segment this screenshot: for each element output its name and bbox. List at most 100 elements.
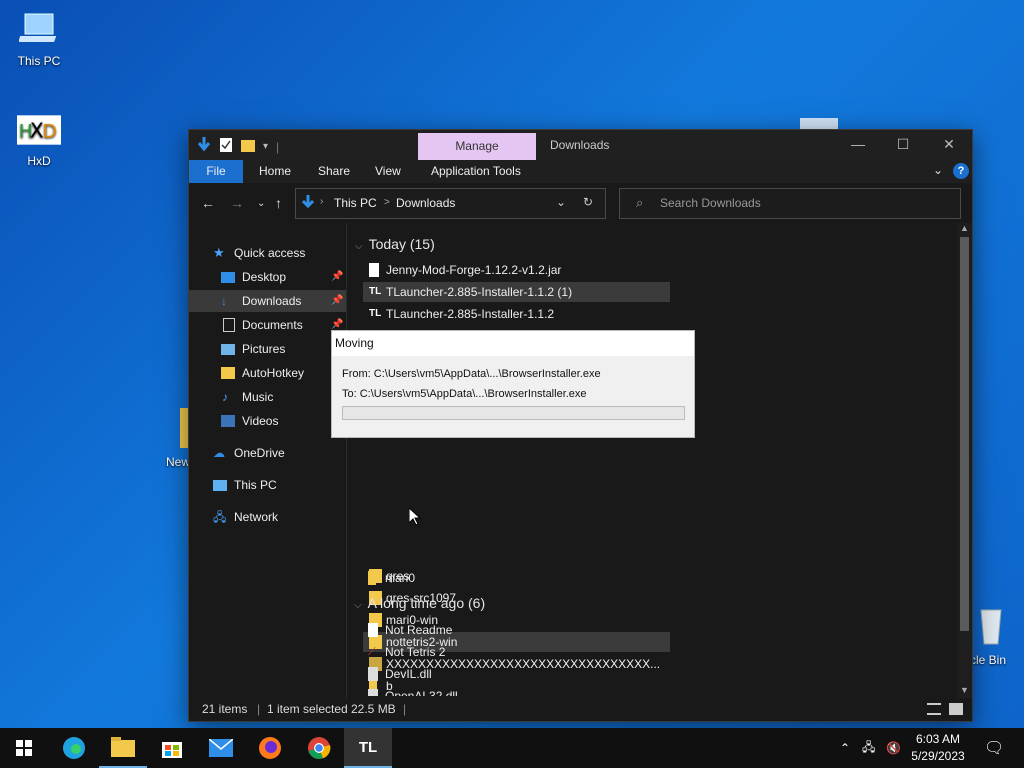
navigation-pane: ★ Quick access Desktop 📌 ↓ Downloads 📌 D… [189, 223, 347, 698]
scroll-down-arrow-icon[interactable]: ▼ [960, 685, 969, 695]
title-bar[interactable]: ▾ | Manage Downloads — ☐ ✕ [189, 130, 972, 160]
nav-item-downloads[interactable]: ↓ Downloads 📌 [189, 290, 346, 312]
nav-item-this-pc[interactable]: This PC [189, 474, 346, 496]
list-item[interactable]: Not Readme [362, 620, 669, 640]
dll-file-icon [368, 667, 378, 681]
scrollbar-thumb[interactable] [960, 237, 969, 631]
nav-item-pictures[interactable]: Pictures [189, 338, 346, 360]
chevron-down-icon: ⌵ [354, 600, 362, 611]
status-bar: 21 items | 1 item selected 22.5 MB | [189, 698, 972, 721]
moving-progress-dialog[interactable]: Moving From: C:\Users\vm5\AppData\...\Br… [331, 330, 695, 438]
list-item[interactable]: mari0 [362, 568, 669, 588]
refresh-icon[interactable]: ↻ [583, 195, 593, 209]
status-selected: 1 item selected [267, 702, 348, 716]
clock-date: 5/29/2023 [911, 749, 965, 763]
status-divider: | [257, 702, 261, 716]
breadcrumb-downloads[interactable]: Downloads [396, 196, 455, 210]
tlauncher-icon: TL [369, 286, 382, 297]
tab-manage[interactable]: Manage [418, 133, 536, 160]
taskbar-firefox[interactable] [246, 728, 294, 768]
network-status-icon[interactable]: 🖧 [862, 728, 875, 768]
breadcrumb-this-pc[interactable]: This PC [334, 196, 377, 210]
help-icon[interactable]: ? [953, 163, 969, 179]
taskbar-file-explorer[interactable] [99, 728, 147, 768]
scroll-up-arrow-icon[interactable]: ▲ [960, 223, 969, 233]
group-header-today[interactable]: ⌵ Today (15) [355, 236, 435, 252]
pin-icon[interactable]: 📌 [331, 290, 343, 312]
desktop-icon-label: cle Bin [970, 653, 1007, 667]
group-header-label: A long time ago (6) [367, 595, 486, 611]
ribbon-expand-chevron-icon[interactable]: ⌄ [933, 163, 943, 177]
nav-item-label: Quick access [234, 246, 306, 260]
minimize-button[interactable]: — [835, 130, 881, 160]
list-item[interactable]: DevIL.dll [362, 664, 669, 684]
taskbar-edge[interactable] [50, 728, 98, 768]
nav-item-autohotkey[interactable]: AutoHotkey [189, 362, 346, 384]
quick-access-toolbar: ▾ | [197, 137, 279, 156]
recent-locations-chevron-icon[interactable]: ⌄ [257, 198, 265, 209]
toolbar-separator: | [276, 139, 280, 154]
nav-item-videos[interactable]: Videos [189, 410, 346, 432]
mail-icon [209, 739, 233, 757]
new-folder-icon[interactable] [241, 138, 255, 155]
window-title: Downloads [550, 138, 610, 152]
nav-item-desktop[interactable]: Desktop 📌 [189, 266, 346, 288]
customize-toolbar-chevron-icon[interactable]: ▾ [263, 141, 268, 152]
desktop-icon-recycle-bin[interactable]: cle Bin [970, 604, 1024, 667]
nav-item-documents[interactable]: Documents 📌 [189, 314, 346, 336]
nav-item-music[interactable]: ♪ Music [189, 386, 346, 408]
properties-icon[interactable] [219, 137, 233, 156]
maximize-button[interactable]: ☐ [880, 130, 926, 160]
store-icon [162, 742, 182, 758]
down-arrow-icon[interactable] [197, 137, 211, 156]
tab-home[interactable]: Home [259, 160, 291, 183]
tab-view[interactable]: View [375, 160, 401, 183]
desktop-icon [221, 272, 235, 283]
taskbar-store[interactable] [148, 728, 196, 768]
tlauncher-icon: TL [358, 738, 378, 756]
start-button[interactable] [0, 728, 48, 768]
forward-arrow-icon[interactable]: → [230, 195, 244, 211]
tab-file[interactable]: File [189, 160, 243, 183]
up-arrow-icon[interactable]: ↑ [275, 195, 282, 211]
windows-logo-icon [16, 740, 32, 756]
search-box[interactable]: ⌕ Search Downloads [619, 188, 961, 219]
details-view-icon[interactable] [927, 703, 941, 715]
computer-icon [17, 10, 61, 50]
taskbar-clock[interactable]: 6:03 AM 5/29/2023 [900, 731, 976, 765]
taskbar-mail[interactable] [197, 728, 245, 768]
large-icons-view-icon[interactable] [949, 703, 963, 715]
file-name: TLauncher-2.885-Installer-1.1.2 [386, 307, 555, 321]
taskbar-tlauncher[interactable]: TL [344, 728, 392, 768]
file-name: DevIL.dll [385, 667, 432, 681]
nav-item-label: Videos [242, 414, 279, 428]
list-item[interactable]: ⟋ Not Tetris 2 [362, 642, 669, 662]
desktop-icon-hxd[interactable]: HXD HxD [7, 110, 71, 168]
back-arrow-icon[interactable]: ← [201, 195, 215, 211]
svg-text:D: D [43, 121, 57, 142]
desktop-icon-this-pc[interactable]: This PC [7, 10, 71, 68]
close-button[interactable]: ✕ [926, 130, 972, 160]
address-history-chevron-icon[interactable]: ⌄ [556, 195, 566, 209]
show-hidden-icons-chevron-icon[interactable]: ⌃ [840, 728, 850, 768]
folder-icon [368, 571, 376, 585]
volume-muted-icon[interactable]: 🔇 [886, 728, 901, 768]
list-item[interactable]: TL TLauncher-2.885-Installer-1.1.2 (1) [363, 282, 670, 302]
tab-application-tools[interactable]: Application Tools [431, 160, 521, 183]
taskbar-chrome[interactable] [295, 728, 343, 768]
list-item[interactable]: OpenAL32.dll [362, 686, 669, 696]
vertical-scrollbar[interactable]: ▲ ▼ [957, 223, 972, 698]
nav-item-onedrive[interactable]: ☁ OneDrive [189, 442, 346, 464]
list-item[interactable]: Jenny-Mod-Forge-1.12.2-v1.2.jar [363, 260, 670, 280]
address-bar[interactable]: › This PC > Downloads ⌄ ↻ [295, 188, 606, 219]
tab-share[interactable]: Share [318, 160, 350, 183]
desktop-icon-new-folder[interactable]: New [160, 408, 190, 469]
pin-icon[interactable]: 📌 [331, 266, 343, 288]
nav-item-network[interactable]: 🖧 Network [189, 506, 346, 528]
group-header-label: Today (15) [368, 236, 435, 252]
notifications-icon[interactable]: 🗨 [984, 728, 1004, 768]
nav-item-quick-access[interactable]: ★ Quick access [189, 242, 346, 264]
list-item[interactable]: TL TLauncher-2.885-Installer-1.1.2 [363, 304, 670, 324]
edge-icon [63, 737, 85, 759]
group-header-long-time-ago[interactable]: ⌵ A long time ago (6) [354, 595, 485, 611]
